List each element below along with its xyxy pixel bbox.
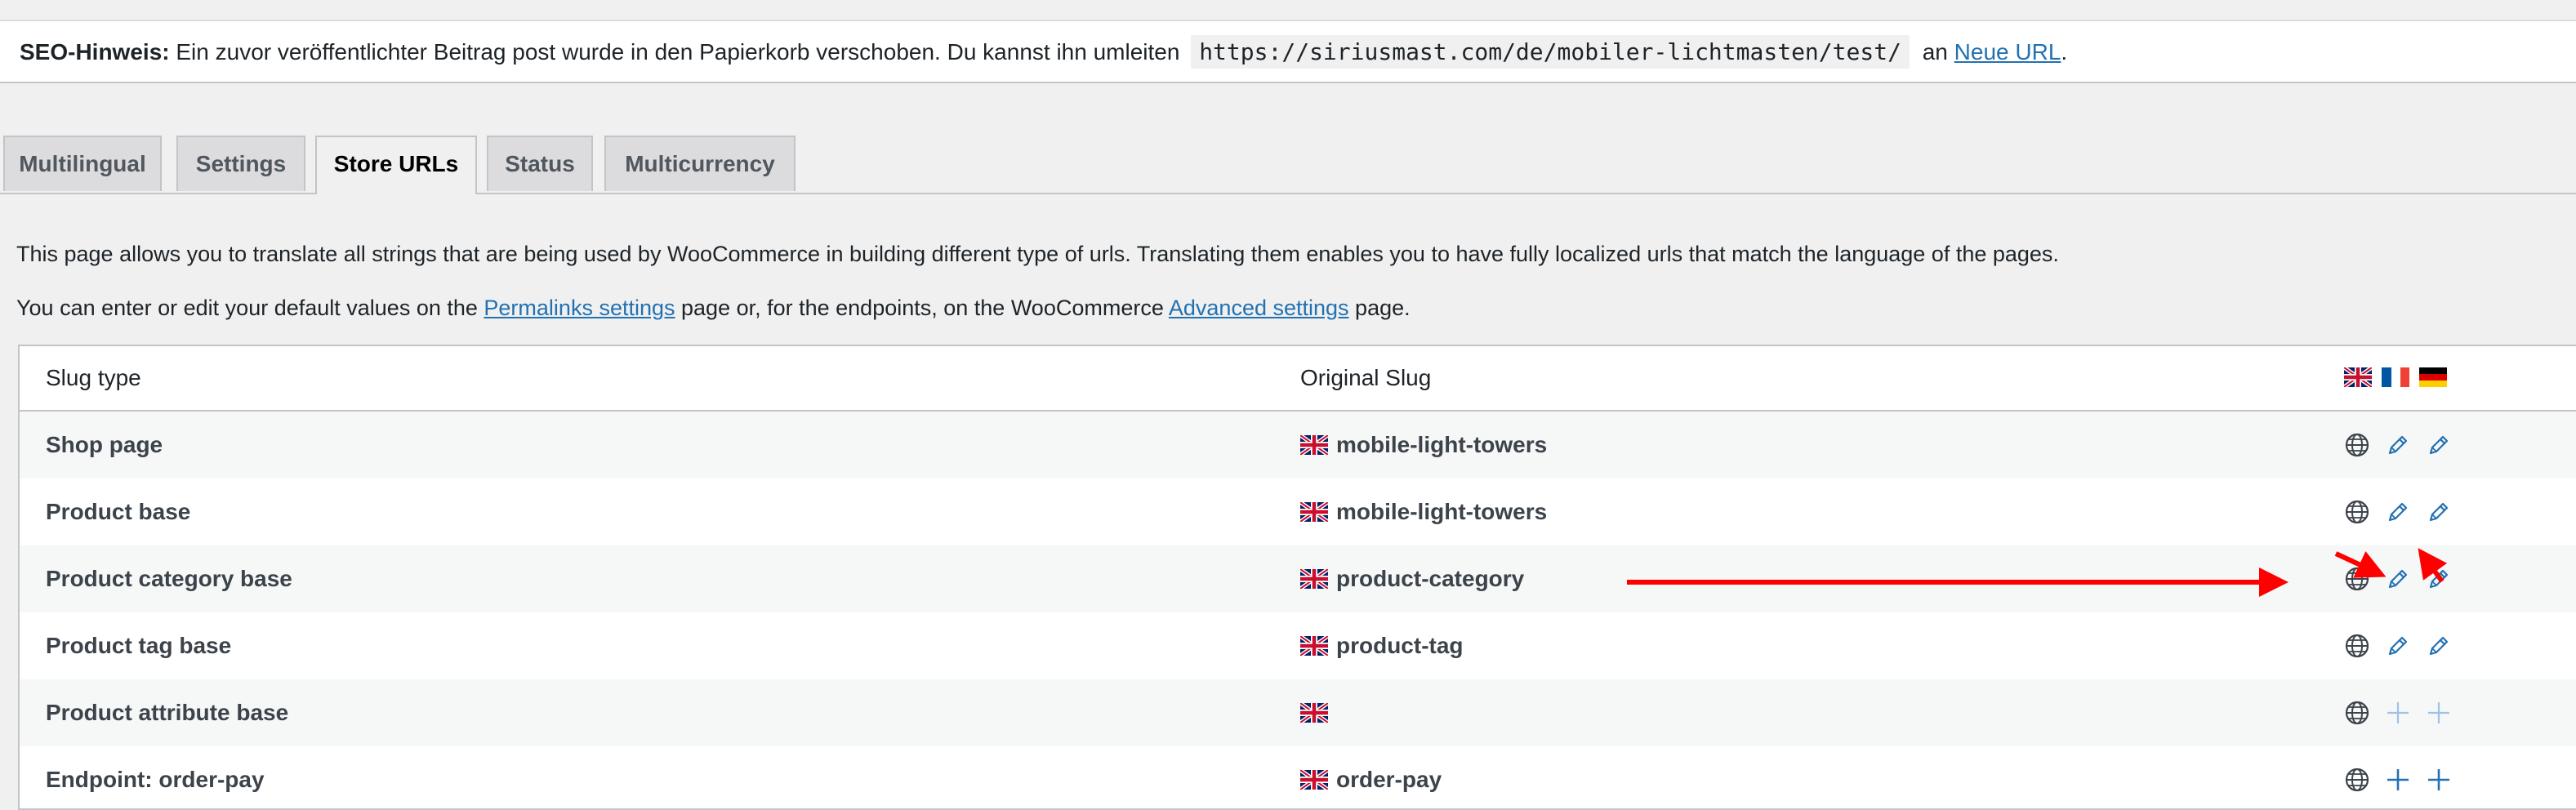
tab-store-urls[interactable]: Store URLs	[315, 136, 477, 194]
flag-fr-icon	[2382, 367, 2409, 387]
table-row: Product attribute base	[20, 679, 2576, 746]
language-flags-header	[2344, 367, 2447, 387]
globe-icon[interactable]	[2344, 633, 2370, 659]
column-header-original-slug: Original Slug	[1300, 365, 1432, 390]
table-row: Product base mobile-light-towers	[20, 478, 2576, 545]
intro-line-2: You can enter or edit your default value…	[16, 296, 1411, 321]
plus-icon[interactable]	[2385, 767, 2411, 793]
seo-notice-connector: an	[1922, 39, 1948, 65]
flag-uk-icon	[1300, 502, 1328, 522]
slug-type-cell: Product tag base	[46, 633, 232, 658]
seo-notice-label: SEO-Hinweis:	[20, 39, 170, 65]
pencil-edit-icon[interactable]	[2385, 566, 2411, 592]
slug-text: mobile-light-towers	[1336, 499, 1548, 524]
plus-icon[interactable]	[2426, 767, 2452, 793]
flag-uk-icon	[1300, 636, 1328, 656]
intro-line-2-post: page.	[1355, 296, 1411, 320]
globe-icon[interactable]	[2344, 566, 2370, 592]
original-slug-cell: product-tag	[1300, 612, 1464, 679]
globe-icon[interactable]	[2344, 767, 2370, 793]
translation-actions	[2344, 679, 2452, 746]
slug-type-cell: Product category base	[46, 566, 292, 591]
intro-line-2-mid: page or, for the endpoints, on the WooCo…	[681, 296, 1164, 320]
admin-top-bar	[0, 0, 2576, 21]
flag-uk-icon	[1300, 435, 1328, 455]
translation-actions	[2344, 545, 2452, 612]
slug-type-cell: Endpoint: order-pay	[46, 767, 265, 792]
table-header: Slug type Original Slug	[20, 346, 2576, 412]
intro-line-2-pre: You can enter or edit your default value…	[16, 296, 478, 320]
slug-text: product-category	[1336, 566, 1525, 591]
pencil-edit-icon[interactable]	[2385, 499, 2411, 525]
seo-notice-end: .	[2061, 39, 2068, 65]
intro-line-1: This page allows you to translate all st…	[16, 242, 2059, 266]
flag-uk-icon	[2344, 367, 2372, 387]
globe-icon[interactable]	[2344, 432, 2370, 458]
flag-uk-icon	[1300, 569, 1328, 589]
translation-actions	[2344, 412, 2452, 478]
slug-text: order-pay	[1336, 767, 1442, 792]
tab-status[interactable]: Status	[487, 136, 593, 191]
table-row: Product tag base product-tag	[20, 612, 2576, 679]
pencil-edit-icon[interactable]	[2385, 432, 2411, 458]
table-row: Shop page mobile-light-towers	[20, 412, 2576, 478]
original-slug-cell: mobile-light-towers	[1300, 412, 1547, 478]
table-row: Endpoint: order-pay order-pay	[20, 746, 2576, 808]
new-url-link[interactable]: Neue URL	[1954, 39, 2061, 65]
pencil-edit-icon[interactable]	[2385, 633, 2411, 659]
pencil-edit-icon[interactable]	[2426, 499, 2452, 525]
tab-multicurrency[interactable]: Multicurrency	[604, 136, 796, 191]
original-slug-cell: mobile-light-towers	[1300, 478, 1547, 545]
original-slug-cell	[1300, 679, 1336, 746]
translation-actions	[2344, 612, 2452, 679]
tab-settings[interactable]: Settings	[176, 136, 305, 191]
plus-icon[interactable]	[2385, 700, 2411, 726]
store-urls-table: Slug type Original Slug Shop page mobile-…	[18, 345, 2576, 810]
slug-text: product-tag	[1336, 633, 1464, 658]
flag-uk-icon	[1300, 770, 1328, 790]
pencil-edit-icon[interactable]	[2426, 633, 2452, 659]
slug-type-cell: Product base	[46, 499, 191, 524]
plus-icon[interactable]	[2426, 700, 2452, 726]
translation-actions	[2344, 478, 2452, 545]
settings-tabs: Multilingual Settings Store URLs Status …	[0, 136, 2576, 194]
slug-type-cell: Product attribute base	[46, 700, 289, 725]
flag-de-icon	[2419, 367, 2447, 387]
globe-icon[interactable]	[2344, 499, 2370, 525]
pencil-edit-icon[interactable]	[2426, 432, 2452, 458]
column-header-slug-type: Slug type	[46, 365, 141, 390]
seo-notice: SEO-Hinweis: Ein zuvor veröffentlichter …	[0, 21, 2576, 83]
tab-multilingual[interactable]: Multilingual	[3, 136, 162, 191]
globe-icon[interactable]	[2344, 700, 2370, 726]
translation-actions	[2344, 746, 2452, 808]
original-slug-cell: order-pay	[1300, 746, 1442, 808]
table-row: Product category base product-category	[20, 545, 2576, 612]
original-slug-cell: product-category	[1300, 545, 1524, 612]
slug-text: mobile-light-towers	[1336, 432, 1548, 457]
seo-notice-message: Ein zuvor veröffentlichter Beitrag post …	[176, 39, 1180, 65]
permalinks-settings-link[interactable]: Permalinks settings	[484, 296, 675, 320]
flag-uk-icon	[1300, 703, 1328, 723]
seo-notice-url: https://siriusmast.com/de/mobiler-lichtm…	[1191, 35, 1910, 69]
slug-type-cell: Shop page	[46, 432, 163, 457]
advanced-settings-link[interactable]: Advanced settings	[1169, 296, 1349, 320]
pencil-edit-icon[interactable]	[2426, 566, 2452, 592]
